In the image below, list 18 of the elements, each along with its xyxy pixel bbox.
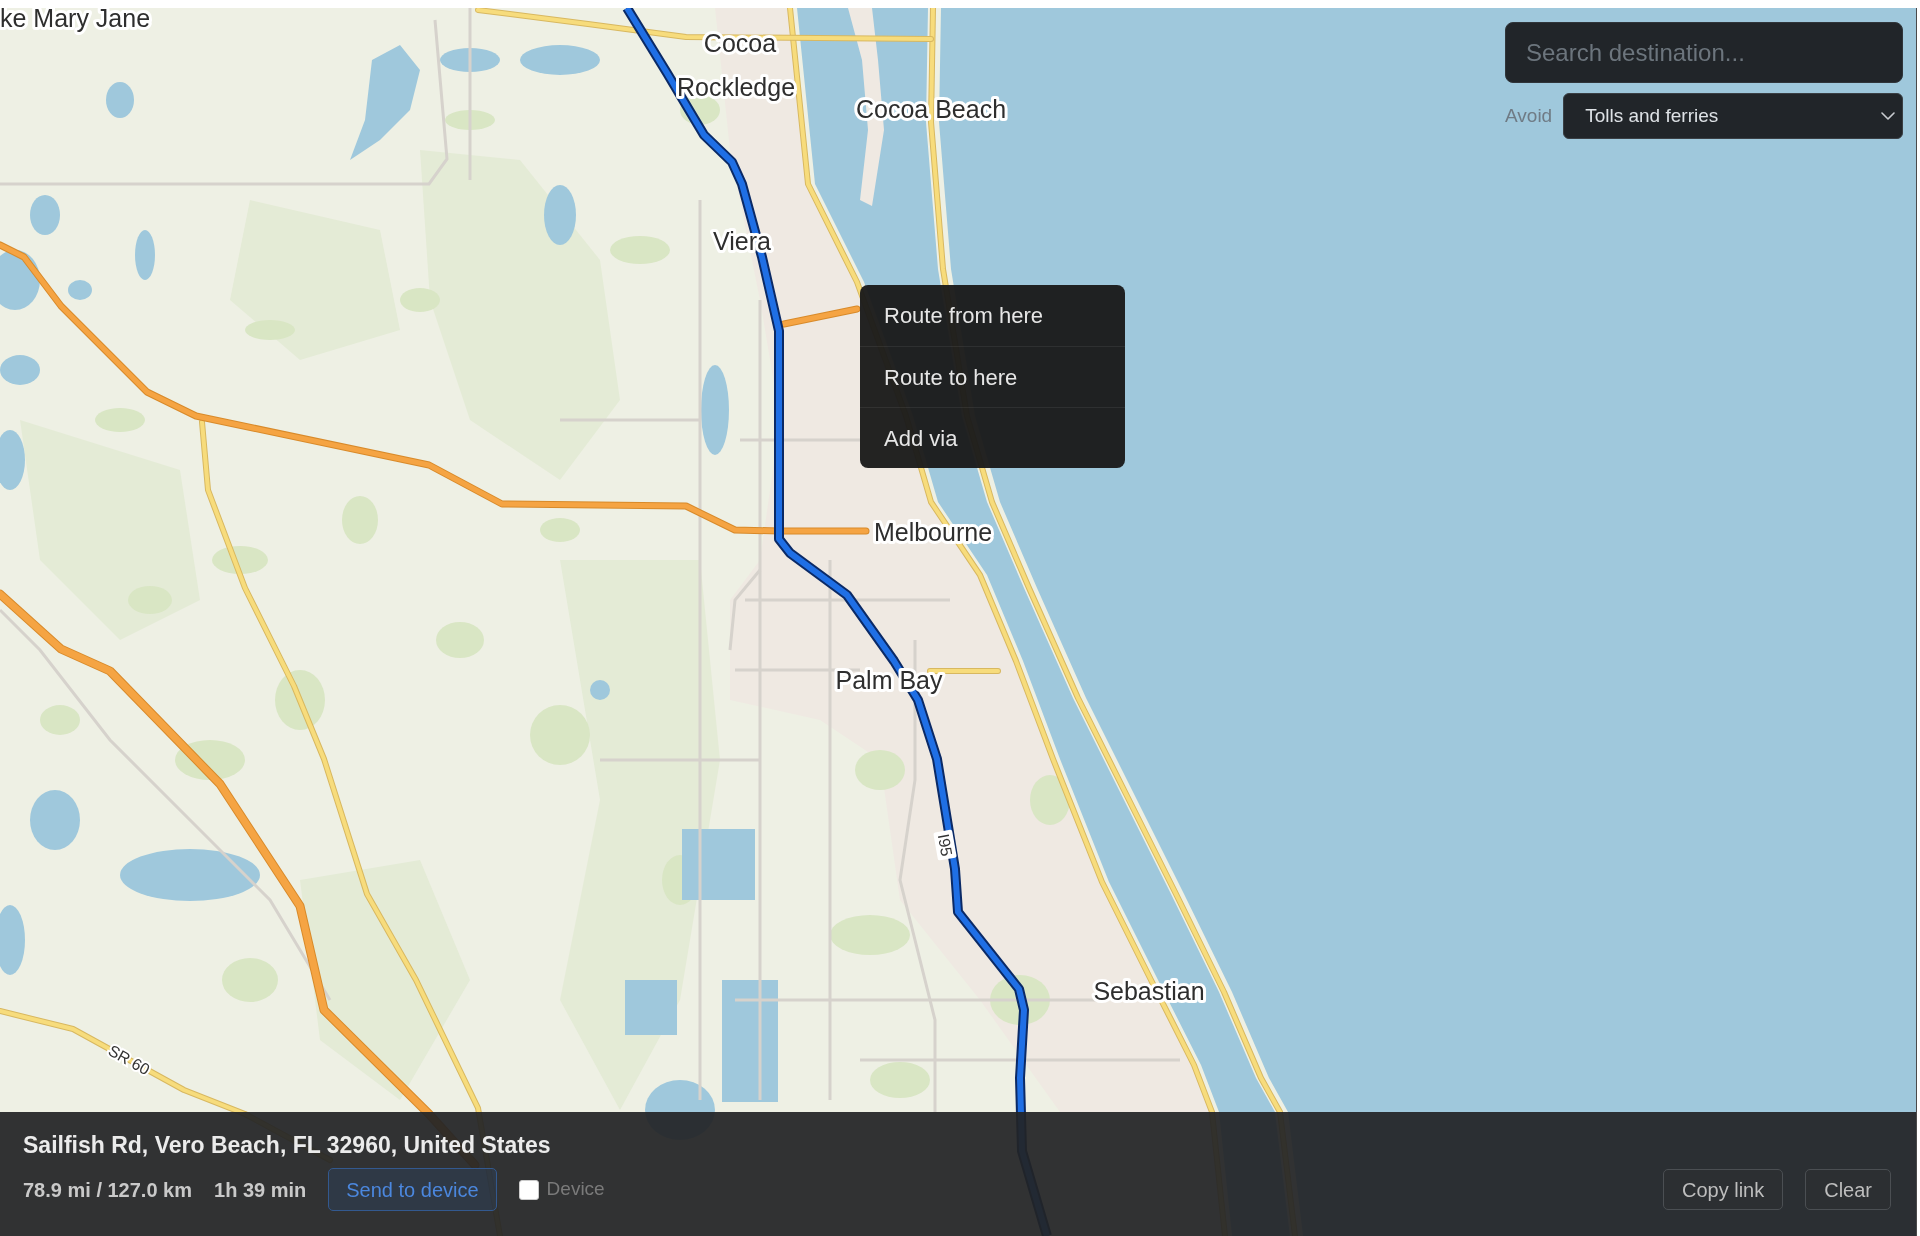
menu-item[interactable]: Route to here <box>860 346 1125 407</box>
avoid-dropdown[interactable]: Tolls and ferries <box>1563 93 1903 139</box>
field-label: Avoid <box>1505 103 1553 128</box>
checkbox[interactable] <box>518 1179 539 1200</box>
menu-item[interactable]: Add via <box>860 407 1125 468</box>
search-field[interactable]: Search destination... <box>1505 22 1903 83</box>
chevron-down-icon <box>1881 112 1895 120</box>
highway-label: I95 <box>933 829 957 861</box>
place-label: Rockledge <box>676 73 796 101</box>
address-text: Sailfish Rd, Vero Beach, FL 32960, United States <box>23 1131 552 1160</box>
distance-text: 78.9 mi / 127.0 km <box>23 1177 192 1203</box>
place-label: ke Mary Jane <box>0 8 151 32</box>
road-label: SR 60 <box>105 1041 153 1079</box>
action-button[interactable]: Clear <box>1805 1169 1891 1210</box>
duration-text: 1h 39 min <box>214 1177 307 1203</box>
action-button[interactable]: Copy link <box>1662 1169 1784 1210</box>
menu-item[interactable]: Route from here <box>860 285 1125 346</box>
place-label: Cocoa Beach <box>855 95 1007 123</box>
